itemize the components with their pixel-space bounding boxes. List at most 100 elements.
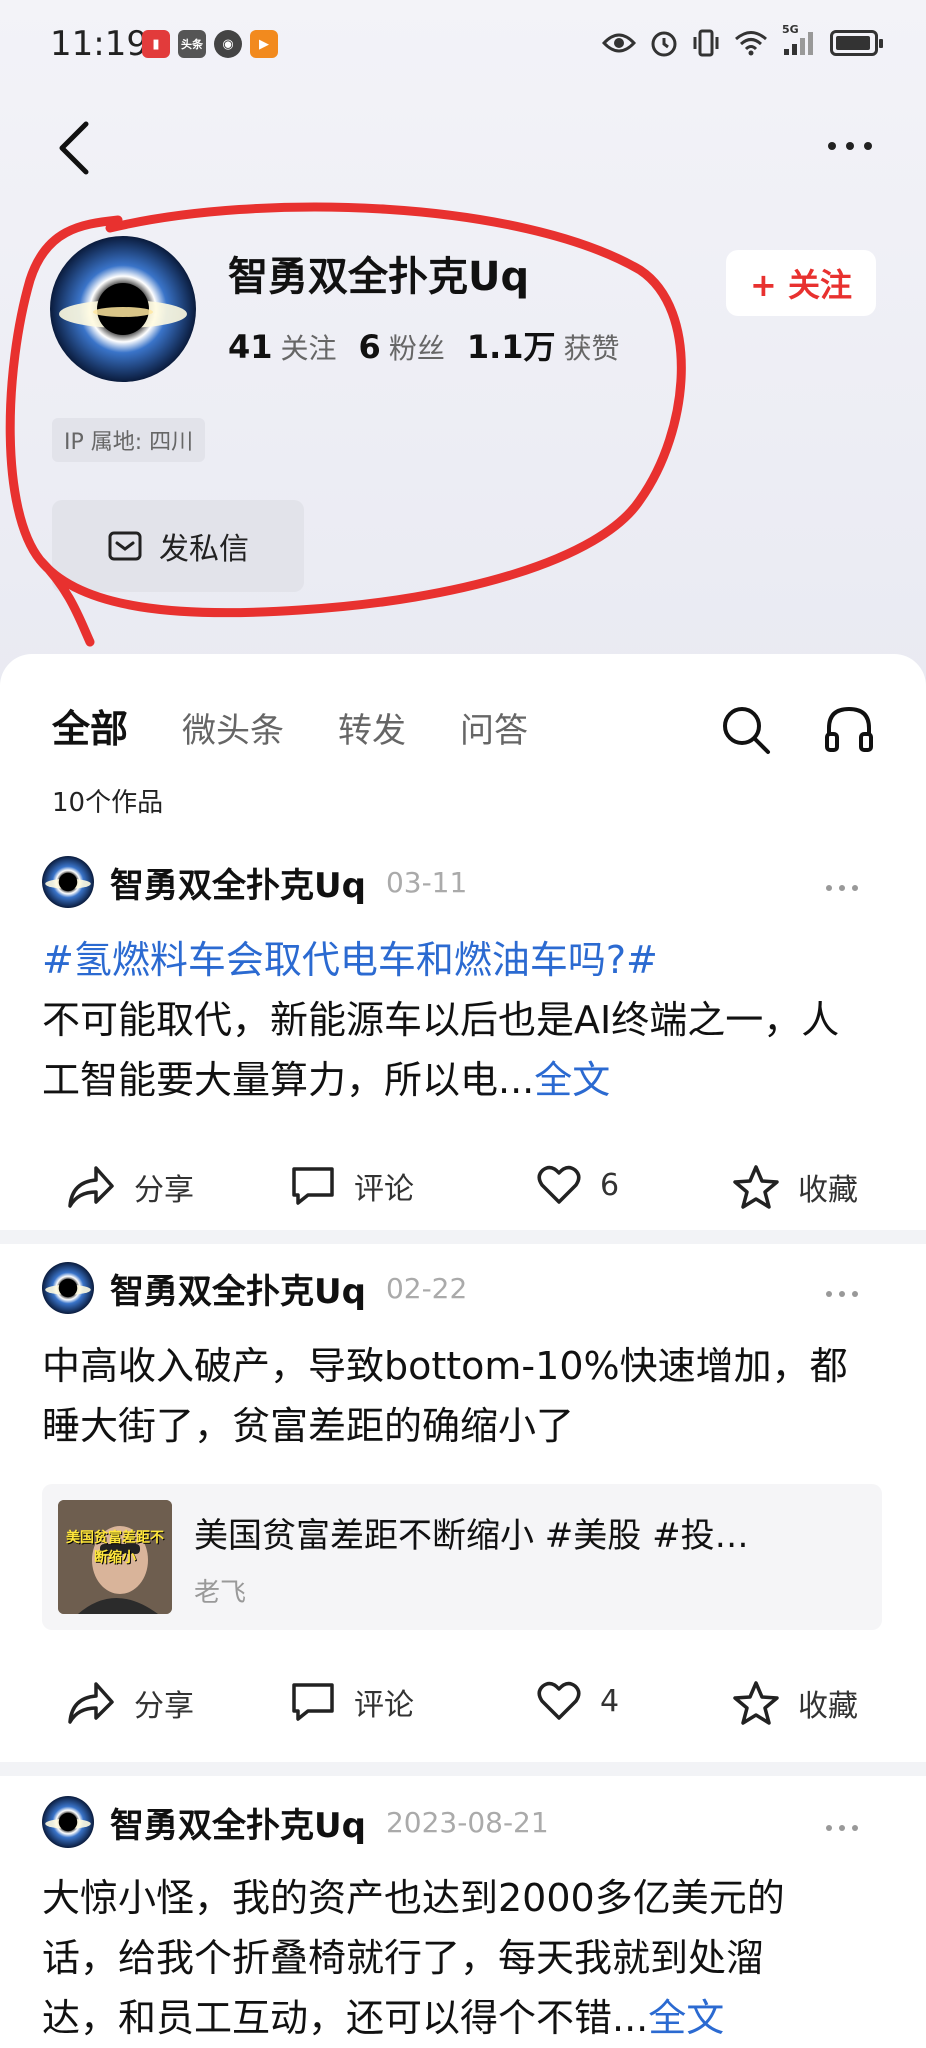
collect-label: 收藏 <box>798 1173 858 1208</box>
stat-following-value: 41 <box>228 328 273 366</box>
post-card[interactable]: 智勇双全扑克Uq 03-11 #氢燃料车会取代电车和燃油车吗?# 不可能取代，新… <box>0 850 926 1262</box>
stat-likes[interactable]: 1.1万 获赞 <box>467 322 620 368</box>
tab-reposts[interactable]: 转发 <box>338 703 406 752</box>
alarm-icon <box>651 31 677 57</box>
post-divider <box>0 1762 926 1776</box>
more-dots-icon[interactable] <box>820 134 880 158</box>
star-icon <box>733 1165 779 1209</box>
post-card[interactable]: 智勇双全扑克Uq 02-22 中高收入破产，导致bottom-10%快速增加，都… <box>0 1258 926 1792</box>
avatar[interactable] <box>50 236 196 382</box>
profile-stats: 41 关注 6 粉丝 1.1万 获赞 <box>228 322 620 368</box>
post-card[interactable]: 智勇双全扑克Uq 2023-08-21 大惊小怪，我的资产也达到2000多亿美元… <box>0 1792 926 2048</box>
stat-fans[interactable]: 6 粉丝 <box>359 327 445 367</box>
message-icon <box>108 531 142 561</box>
comment-button[interactable]: 评论 <box>290 1164 414 1208</box>
post-body-line: 话，给我个折叠椅就行了，每天我就到处溜 <box>42 1936 765 1980</box>
tab-all[interactable]: 全部 <box>52 698 128 753</box>
wifi-icon <box>735 31 767 56</box>
network-type: 5G <box>782 23 799 36</box>
stat-following[interactable]: 41 关注 <box>228 327 337 367</box>
share-icon <box>68 1166 114 1208</box>
works-count: 10个作品 <box>52 788 164 818</box>
post-avatar[interactable] <box>42 1796 94 1848</box>
post-actions: 分享 评论 6 收藏 <box>0 1164 926 1224</box>
share-label: 分享 <box>134 1689 194 1724</box>
collect-button[interactable]: 收藏 <box>732 1164 858 1210</box>
podcast-app-icon: ◉ <box>214 30 242 58</box>
post-header: 智勇双全扑克Uq 03-11 <box>42 856 467 908</box>
post-header: 智勇双全扑克Uq 02-22 <box>42 1262 467 1314</box>
share-button[interactable]: 分享 <box>66 1680 194 1726</box>
tab-qa[interactable]: 问答 <box>460 703 528 752</box>
post-more-icon[interactable] <box>826 1818 866 1838</box>
direct-message-label: 发私信 <box>159 532 249 567</box>
battery-icon <box>830 30 883 56</box>
post-text[interactable]: #氢燃料车会取代电车和燃油车吗?# 不可能取代，新能源车以后也是AI终端之一，人… <box>42 930 852 1110</box>
comment-icon <box>292 1683 334 1721</box>
post-date: 2023-08-21 <box>385 1805 549 1839</box>
post-date: 03-11 <box>385 865 468 899</box>
post-header: 智勇双全扑克Uq 2023-08-21 <box>42 1796 549 1848</box>
status-time: 11:19 <box>50 24 148 64</box>
status-system-icons: 5G <box>602 23 883 58</box>
post-avatar[interactable] <box>42 1262 94 1314</box>
post-author[interactable]: 智勇双全扑克Uq <box>110 1798 366 1847</box>
content-tabs: 全部 微头条 转发 问答 <box>52 698 528 753</box>
share-button[interactable]: 分享 <box>66 1164 194 1210</box>
cellular-signal-icon: 5G <box>782 23 816 57</box>
comment-button[interactable]: 评论 <box>290 1680 414 1724</box>
post-more-icon[interactable] <box>826 878 866 898</box>
direct-message-button[interactable]: 发私信 <box>52 500 304 592</box>
stat-likes-label: 获赞 <box>563 332 620 365</box>
stat-following-label: 关注 <box>280 332 337 365</box>
like-button[interactable]: 6 <box>536 1164 619 1206</box>
eye-icon <box>602 33 636 53</box>
search-icon[interactable] <box>720 704 772 756</box>
embed-title: 美国贫富差距不断缩小 #美股 #投… <box>194 1516 749 1556</box>
post-more-icon[interactable] <box>826 1284 866 1304</box>
toutiao-app-icon: 头条 <box>178 30 206 58</box>
full-text-link[interactable]: 全文 <box>534 1058 610 1102</box>
collect-button[interactable]: 收藏 <box>732 1680 858 1726</box>
ip-location-tag: IP 属地: 四川 <box>52 418 206 462</box>
heart-icon <box>537 1681 581 1720</box>
like-button[interactable]: 4 <box>536 1680 619 1722</box>
post-divider <box>0 1230 926 1244</box>
stat-fans-label: 粉丝 <box>388 332 445 365</box>
like-count: 4 <box>600 1683 620 1719</box>
full-text-link[interactable]: 全文 <box>648 1996 724 2040</box>
post-body: 不可能取代，新能源车以后也是AI终端之一，人工智能要大量算力，所以电... <box>42 998 840 1102</box>
like-count: 6 <box>600 1167 620 1203</box>
status-bar: 11:19 ▮ 头条 ◉ ▶ 5G <box>0 0 926 90</box>
post-text[interactable]: 大惊小怪，我的资产也达到2000多亿美元的 话，给我个折叠椅就行了，每天我就到处… <box>42 1868 902 2048</box>
status-app-icons: ▮ 头条 ◉ ▶ <box>142 30 278 58</box>
heart-icon <box>537 1165 581 1204</box>
embedded-video-card[interactable]: 美国贫富差距不断缩小 美国贫富差距不断缩小 #美股 #投… 老飞 <box>42 1484 882 1630</box>
post-body-line: 达，和员工互动，还可以得个不错... <box>42 1996 649 2040</box>
post-author[interactable]: 智勇双全扑克Uq <box>110 858 366 907</box>
comment-icon <box>292 1167 334 1205</box>
headphones-icon[interactable] <box>822 702 876 756</box>
post-date: 02-22 <box>385 1271 468 1305</box>
book-app-icon: ▮ <box>142 30 170 58</box>
star-icon <box>733 1681 779 1725</box>
share-label: 分享 <box>134 1173 194 1208</box>
works-panel: 全部 微头条 转发 问答 10个作品 智勇双全扑克Uq 03-11 #氢燃料车会… <box>0 654 926 2048</box>
tab-micro-headlines[interactable]: 微头条 <box>182 703 284 752</box>
post-body-line: 大惊小怪，我的资产也达到2000多亿美元的 <box>42 1876 785 1920</box>
post-hashtag[interactable]: #氢燃料车会取代电车和燃油车吗?# <box>42 938 658 982</box>
post-avatar[interactable] <box>42 856 94 908</box>
black-hole-avatar-image <box>50 236 196 382</box>
back-button[interactable] <box>52 118 100 178</box>
vibrate-icon <box>693 29 719 57</box>
post-actions: 分享 评论 4 收藏 <box>0 1680 926 1740</box>
follow-button[interactable]: + 关注 <box>726 250 876 316</box>
comment-label: 评论 <box>354 1172 414 1207</box>
collect-label: 收藏 <box>798 1689 858 1724</box>
post-author[interactable]: 智勇双全扑克Uq <box>110 1264 366 1313</box>
stat-fans-value: 6 <box>358 328 381 366</box>
profile-name: 智勇双全扑克Uq <box>228 254 530 300</box>
thumbnail-caption: 美国贫富差距不断缩小 <box>66 1530 164 1566</box>
comment-label: 评论 <box>354 1688 414 1723</box>
post-body[interactable]: 中高收入破产，导致bottom-10%快速增加，都睡大街了，贫富差距的确缩小了 <box>42 1336 852 1456</box>
